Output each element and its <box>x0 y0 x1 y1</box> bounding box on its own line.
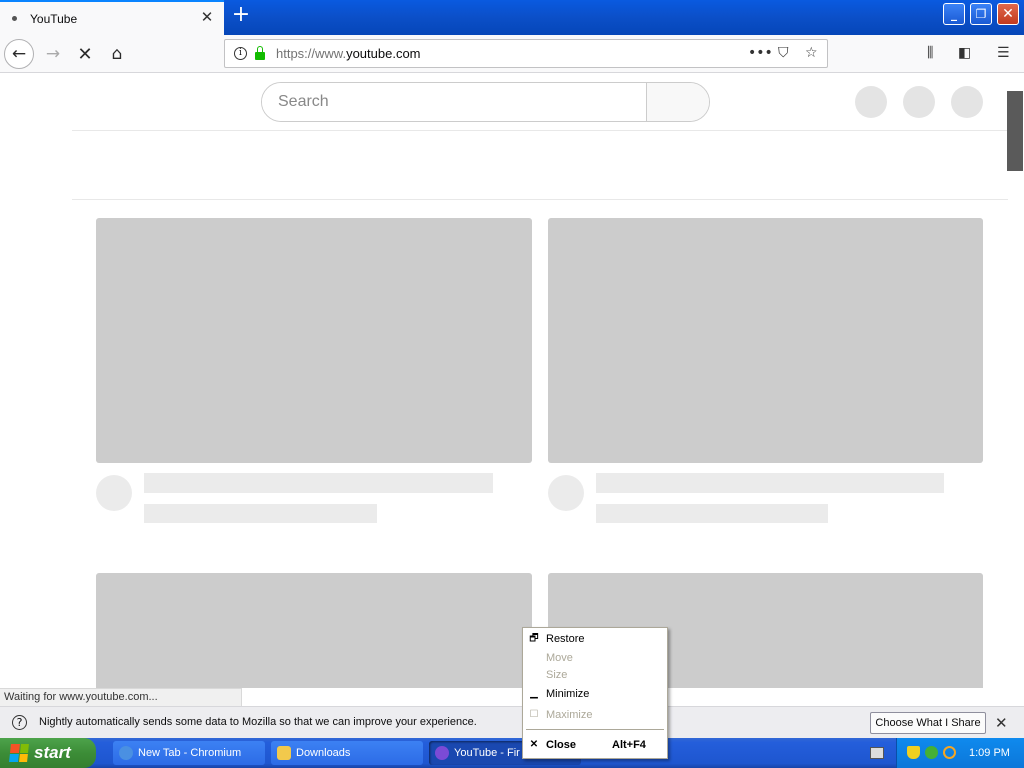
channel-avatar-placeholder <box>96 475 132 511</box>
meta-placeholder <box>144 504 377 523</box>
taskbar-item-chromium[interactable]: New Tab - Chromium <box>113 741 265 765</box>
screen: YouTube ✕ + _ ❐ ✕ ← → ✕ ⌂ i https://www.… <box>0 0 1024 768</box>
start-button[interactable]: start <box>0 738 96 768</box>
meta-placeholder <box>596 504 828 523</box>
taskbar-item-label: YouTube - Fir <box>454 747 520 759</box>
menu-item-label: Maximize <box>546 709 593 721</box>
minimize-window-button[interactable]: _ <box>943 3 965 25</box>
page-content <box>0 74 1024 688</box>
search-box <box>261 82 710 122</box>
pocket-icon[interactable]: ⛉ <box>778 45 789 61</box>
url-domain: youtube.com <box>346 46 421 61</box>
taskbar-item-label: New Tab - Chromium <box>138 747 242 759</box>
tab-favicon-icon <box>12 16 17 21</box>
channel-avatar-placeholder <box>548 475 584 511</box>
restore-window-button[interactable]: ❐ <box>970 3 992 25</box>
taskbar-item-downloads[interactable]: Downloads <box>271 741 423 765</box>
tab-close-icon[interactable]: ✕ <box>200 10 214 25</box>
folder-icon <box>277 746 291 760</box>
taskbar-item-label: Downloads <box>296 747 351 759</box>
system-tray: 1:09 PM <box>896 738 1024 768</box>
menu-item-label: Restore <box>546 633 585 645</box>
scrollbar-thumb[interactable] <box>1007 91 1023 171</box>
menu-item-label: Move <box>546 652 573 664</box>
notification-message: Nightly automatically sends some data to… <box>39 716 477 728</box>
menu-item-label: Close <box>546 739 576 751</box>
close-window-button[interactable]: ✕ <box>997 3 1019 25</box>
clock: 1:09 PM <box>969 747 1010 759</box>
url-prefix: https://www. <box>276 46 347 61</box>
divider <box>72 130 1008 131</box>
title-placeholder <box>596 473 944 493</box>
search-button[interactable] <box>646 83 709 121</box>
new-tab-button[interactable]: + <box>230 4 252 27</box>
video-thumbnail-placeholder <box>96 573 532 688</box>
divider <box>72 199 1008 200</box>
menu-item-restore[interactable]: 🗗 Restore <box>523 630 667 648</box>
stop-button[interactable]: ✕ <box>70 39 100 69</box>
menu-item-minimize[interactable]: ▁ Minimize <box>523 685 667 703</box>
search-tray-icon[interactable] <box>943 746 956 759</box>
maximize-icon: ☐ <box>529 709 539 720</box>
menu-item-move[interactable]: Move <box>523 649 667 667</box>
restore-icon: 🗗 <box>529 633 539 644</box>
menu-item-accelerator: Alt+F4 <box>612 739 646 751</box>
navigation-toolbar: ← → ✕ ⌂ i https://www.youtube.com ••• ⛉ … <box>0 35 1024 73</box>
chromium-icon <box>119 746 133 760</box>
taskbar: start New Tab - Chromium Downloads YouTu… <box>0 738 1024 768</box>
video-thumbnail-placeholder <box>96 218 532 463</box>
title-placeholder <box>144 473 493 493</box>
menu-item-maximize[interactable]: ☐ Maximize <box>523 706 667 724</box>
page-actions-icon[interactable]: ••• <box>748 45 773 61</box>
url-text[interactable]: https://www.youtube.com <box>276 46 421 61</box>
info-icon[interactable]: i <box>234 47 247 60</box>
avatar-placeholder <box>951 86 983 118</box>
sidebar-icon[interactable]: ◧ <box>958 45 971 61</box>
status-text: Waiting for www.youtube.com... <box>0 688 242 706</box>
menu-item-close[interactable]: ✕ Close Alt+F4 <box>523 736 667 754</box>
tab-strip: YouTube ✕ + _ ❐ ✕ <box>0 0 1024 35</box>
library-icon[interactable]: ⫼ <box>927 45 933 61</box>
back-button[interactable]: ← <box>4 39 34 69</box>
bookmark-star-icon[interactable]: ☆ <box>805 45 818 61</box>
windows-logo-icon <box>9 744 29 762</box>
url-bar[interactable]: i https://www.youtube.com ••• ⛉ ☆ <box>224 39 828 68</box>
menu-icon[interactable]: ☰ <box>997 45 1010 61</box>
window-context-menu: 🗗 Restore Move Size ▁ Minimize ☐ Maximiz… <box>522 627 668 759</box>
question-icon: ? <box>12 715 27 730</box>
close-icon: ✕ <box>529 739 539 750</box>
choose-what-i-share-button[interactable]: Choose What I Share <box>870 712 986 734</box>
notification-bar: ? Nightly automatically sends some data … <box>0 706 1024 738</box>
search-input[interactable] <box>262 83 646 121</box>
menu-item-size[interactable]: Size <box>523 666 667 684</box>
keyboard-icon[interactable] <box>870 747 884 759</box>
lock-icon <box>255 45 265 60</box>
header-icon-placeholder <box>903 86 935 118</box>
home-button[interactable]: ⌂ <box>102 39 132 69</box>
menu-item-label: Size <box>546 669 568 681</box>
firefox-icon <box>435 746 449 760</box>
forward-button[interactable]: → <box>38 39 68 69</box>
start-label: start <box>34 743 71 762</box>
menu-item-label: Minimize <box>546 688 590 700</box>
tab-title: YouTube <box>30 11 78 26</box>
security-shield-icon[interactable] <box>907 746 920 759</box>
notification-close-icon[interactable]: ✕ <box>995 714 1008 732</box>
menu-separator <box>526 729 664 730</box>
tab-youtube[interactable]: YouTube ✕ <box>0 0 224 35</box>
network-icon[interactable] <box>925 746 938 759</box>
header-icon-placeholder <box>855 86 887 118</box>
minimize-icon: ▁ <box>530 688 538 699</box>
video-thumbnail-placeholder <box>548 218 983 463</box>
